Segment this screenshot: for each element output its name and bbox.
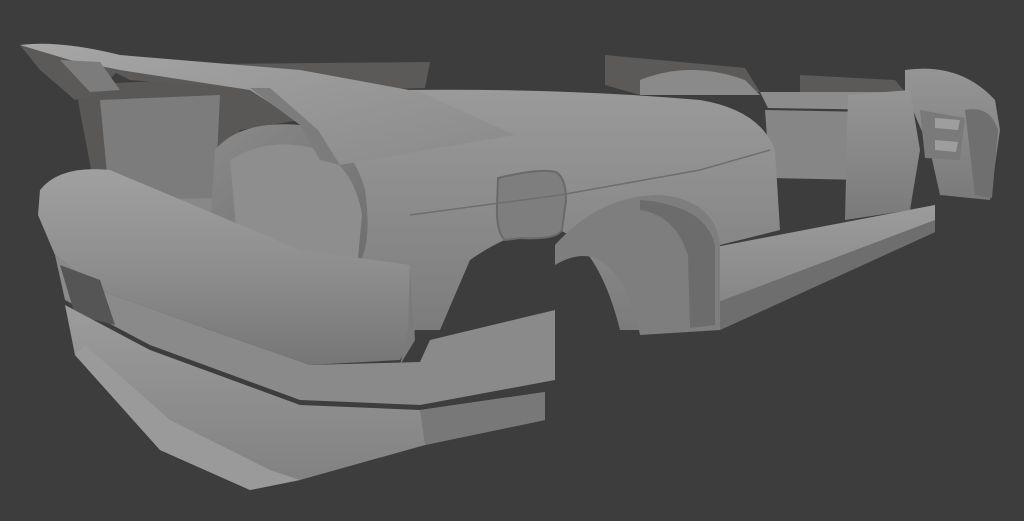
3d-viewport[interactable]: [0, 0, 1024, 521]
far-rear-quarter-panel: [605, 55, 905, 95]
front-fender: [905, 68, 1000, 200]
car-body-kit-model: [20, 43, 1000, 490]
fuel-door: [495, 169, 568, 242]
